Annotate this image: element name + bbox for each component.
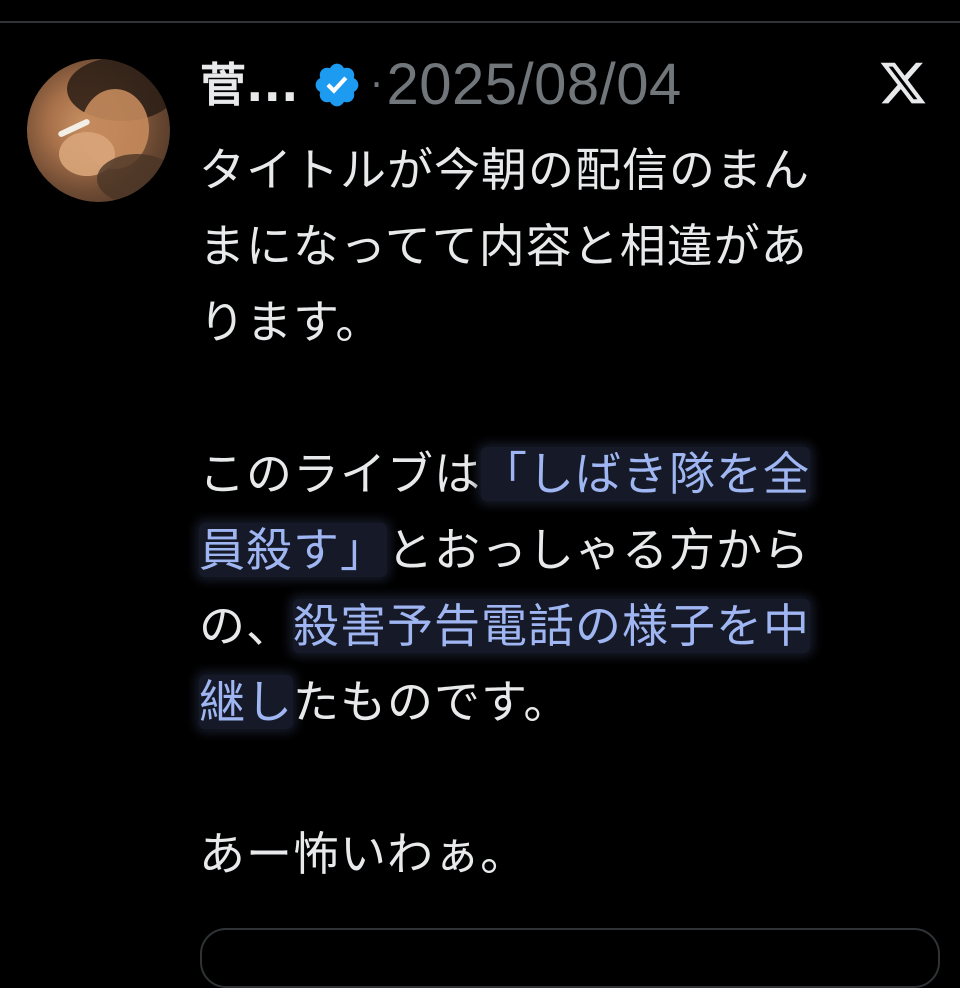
tweet-text-segment: たものです。 — [293, 675, 571, 729]
tweet-header: 菅... · 2025/08/04 — [200, 52, 682, 118]
tweet-date[interactable]: 2025/08/04 — [387, 56, 682, 114]
tweet-line: タイトルが今朝の配信のまん — [199, 143, 810, 197]
top-divider — [0, 21, 960, 23]
highlighted-text: 員殺す」 — [199, 523, 387, 577]
embedded-card[interactable] — [200, 928, 940, 988]
tweet-line: 継したものです。 — [199, 664, 939, 740]
avatar-photo-icon — [58, 59, 170, 202]
highlighted-text: 継し — [199, 675, 293, 729]
tweet-line: このライブは「しばき隊を全 — [199, 436, 939, 512]
separator-dot: · — [370, 63, 383, 107]
x-logo-icon[interactable] — [878, 58, 928, 108]
tweet-text-segment: の、 — [199, 599, 293, 653]
tweet-text-segment: とおっしゃる方から — [387, 523, 810, 577]
highlighted-text: 「しばき隊を全 — [481, 447, 810, 501]
avatar[interactable] — [27, 59, 170, 202]
tweet-text-segment: このライブは — [199, 447, 481, 501]
verified-badge-icon — [312, 60, 362, 110]
tweet-line: あー怖いわぁ。 — [199, 827, 528, 881]
tweet-line: まになってて内容と相違があ — [199, 219, 808, 273]
tweet-text: タイトルが今朝の配信のまん まになってて内容と相違があ ります。 このライブは「… — [199, 132, 939, 892]
highlighted-text: 殺害予告電話の様子を中 — [293, 599, 810, 653]
tweet-line: の、殺害予告電話の様子を中 — [199, 588, 939, 664]
author-name[interactable]: 菅... — [200, 62, 298, 108]
tweet-line: 員殺す」とおっしゃる方から — [199, 512, 939, 588]
tweet-line: ります。 — [199, 295, 383, 349]
